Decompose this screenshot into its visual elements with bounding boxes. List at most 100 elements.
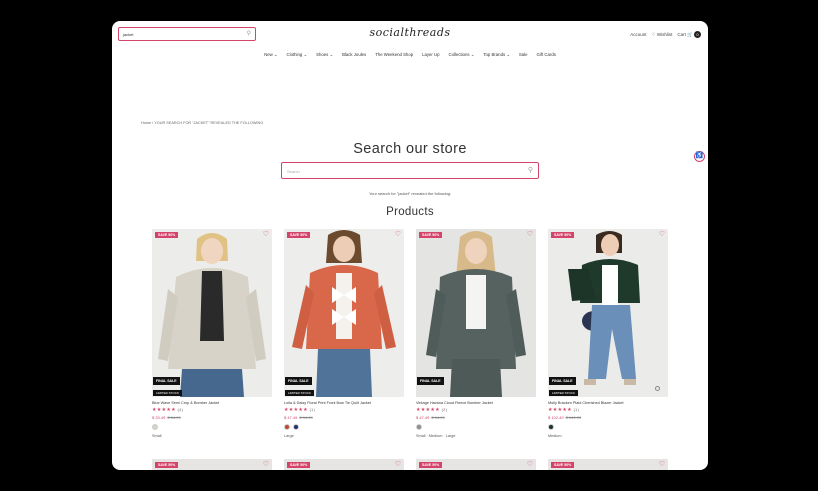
limited-stock-badge: LIMITED STOCK — [549, 390, 578, 396]
nav-label: New — [264, 52, 273, 57]
product-card[interactable]: SAVE 50% ♡ FINAL SALE LIMITED STOCK Moll… — [548, 229, 668, 438]
heart-icon[interactable]: ♡ — [527, 230, 533, 238]
sale-badge: SAVE 50% — [419, 462, 443, 468]
nav-item-collections[interactable]: Collections ⌄ — [449, 52, 475, 58]
model-photo — [548, 229, 668, 397]
wishlist-link[interactable]: ♡ Wishlist — [652, 32, 673, 38]
accessibility-icon[interactable]: ♿ — [694, 151, 705, 162]
sale-price: $ 102.49 — [548, 415, 564, 420]
color-swatch[interactable] — [293, 424, 299, 430]
nav-item-shoes[interactable]: Shoes ⌄ — [316, 52, 333, 58]
sale-badge: SAVE 50% — [287, 462, 311, 468]
sale-badge: SAVE 50% — [551, 462, 575, 468]
sale-price: $ 47.49 — [284, 415, 298, 420]
nav-label: Shoes — [316, 52, 329, 57]
product-image[interactable]: SAVE 50% ♡ FINAL SALE LIMITED STOCK — [284, 229, 404, 397]
review-count: (2) — [441, 408, 448, 412]
search-placeholder: Search — [287, 169, 300, 174]
store-window: jacket ⚲ socialthreads Account ♡ Wishlis… — [112, 21, 708, 470]
product-image[interactable]: SAVE 50% ♡ FINAL SALE LIMITED STOCK — [548, 229, 668, 397]
heart-icon[interactable]: ♡ — [527, 460, 533, 468]
product-card[interactable]: SAVE 50% ♡ — [152, 459, 272, 470]
cart-count-badge: 0 — [694, 31, 701, 38]
nav-item-layer-up[interactable]: Layer Up — [422, 52, 439, 58]
original-price: $ 149.99 — [565, 415, 582, 420]
review-count: (4) — [177, 408, 184, 412]
review-count: (1) — [309, 408, 316, 412]
main-nav: New ⌄ Clothing ⌄ Shoes ⌄ Black Joules Th… — [112, 52, 708, 58]
original-price: $ 64.99 — [167, 415, 181, 420]
price: $ 102.49 $ 149.99 — [548, 415, 668, 420]
original-price: $ 94.99 — [299, 415, 313, 420]
page-title: Search our store — [353, 141, 467, 157]
model-photo — [416, 229, 536, 397]
nav-label: Top Brands — [483, 52, 506, 57]
color-swatch[interactable] — [152, 424, 158, 430]
sale-badge: SAVE 50% — [551, 232, 575, 238]
available-sizes: Large — [284, 434, 294, 438]
sale-price: $ 47.49 — [416, 415, 430, 420]
heart-icon[interactable]: ♡ — [395, 460, 401, 468]
heart-icon[interactable]: ♡ — [395, 230, 401, 238]
nav-label: Collections — [448, 52, 470, 57]
cart-icon: 🛒 — [687, 32, 693, 37]
heart-icon[interactable]: ♡ — [659, 460, 665, 468]
product-image[interactable]: SAVE 50% ♡ FINAL SALE LIMITED STOCK — [152, 229, 272, 397]
nav-item-sale[interactable]: Sale — [519, 52, 528, 58]
heart-icon[interactable]: ♡ — [263, 460, 269, 468]
product-name[interactable]: Vintage Havana Cloud Fleece Bomber Jacke… — [416, 401, 536, 405]
search-result-note: Your search for "jacket" revealed the fo… — [368, 191, 452, 196]
nav-item-weekend-shop[interactable]: The Weekend Shop — [375, 52, 413, 58]
limited-stock-badge: LIMITED STOCK — [285, 390, 314, 396]
rating-stars: ★★★★★ (1) — [284, 407, 316, 413]
color-swatch[interactable] — [416, 424, 422, 430]
heart-icon[interactable]: ♡ — [263, 230, 269, 238]
color-swatches — [548, 424, 668, 430]
product-card[interactable]: SAVE 50% ♡ FINAL SALE LIMITED STOCK Blue… — [152, 229, 272, 438]
products-heading: Products — [386, 206, 434, 218]
zoom-icon[interactable] — [655, 386, 660, 391]
sale-price: $ 33.49 — [152, 415, 166, 420]
available-sizes: Medium — [548, 434, 562, 438]
search-icon[interactable]: ⚲ — [247, 31, 251, 37]
nav-item-new[interactable]: New ⌄ — [264, 52, 277, 58]
nav-label: Clothing — [286, 52, 303, 57]
limited-stock-badge: LIMITED STOCK — [153, 390, 182, 396]
available-sizes: Small · Medium · Large — [416, 434, 456, 438]
rating-stars: ★★★★★ (4) — [152, 407, 184, 413]
nav-item-gift-cards[interactable]: Gift Cards — [537, 52, 556, 58]
rating-stars: ★★★★★ (1) — [548, 407, 580, 413]
product-name[interactable]: Molly Bracken Plaid Cherished Blazer Jac… — [548, 401, 668, 405]
account-links: Account ♡ Wishlist Cart 🛒 0 — [630, 31, 701, 38]
final-sale-badge: FINAL SALE — [285, 377, 312, 385]
nav-item-clothing[interactable]: Clothing ⌄ — [287, 52, 308, 58]
nav-item-black-joules[interactable]: Black Joules — [342, 52, 366, 58]
heart-icon[interactable]: ♡ — [659, 230, 665, 238]
product-card[interactable]: SAVE 50% ♡ FINAL SALE LIMITED STOCK Loll… — [284, 229, 404, 438]
product-card[interactable]: SAVE 50% ♡ — [284, 459, 404, 470]
header-search-input[interactable]: jacket ⚲ — [118, 27, 256, 41]
wishlist-label: Wishlist — [656, 31, 673, 37]
product-name[interactable]: Lolla & Daisy Floral Print Front Bow Tie… — [284, 401, 404, 405]
product-card[interactable]: SAVE 50% ♡ FINAL SALE Vintage Havana Clo… — [416, 229, 536, 438]
product-card[interactable]: SAVE 50% ♡ — [548, 459, 668, 470]
color-swatches — [284, 424, 404, 430]
product-name[interactable]: Blue Wave Semi Crop & Bomber Jacket — [152, 401, 272, 405]
store-search-input[interactable]: Search ⚲ — [281, 162, 539, 179]
store-logo[interactable]: socialthreads — [344, 26, 476, 39]
available-sizes: Small — [152, 434, 162, 438]
nav-item-top-brands[interactable]: Top Brands ⌄ — [483, 52, 510, 58]
sale-badge: SAVE 50% — [155, 232, 179, 238]
search-icon[interactable]: ⚲ — [528, 167, 533, 174]
price: $ 47.49 $ 94.99 — [416, 415, 536, 420]
color-swatch[interactable] — [548, 424, 554, 430]
cart-link[interactable]: Cart 🛒 0 — [677, 31, 701, 38]
product-card[interactable]: SAVE 50% ♡ — [416, 459, 536, 470]
model-photo — [152, 229, 272, 397]
product-image[interactable]: SAVE 50% ♡ FINAL SALE — [416, 229, 536, 397]
rating-stars: ★★★★★ (2) — [416, 407, 448, 413]
color-swatch[interactable] — [284, 424, 290, 430]
account-link[interactable]: Account — [630, 32, 646, 37]
breadcrumb[interactable]: Home / YOUR SEARCH FOR "JACKET" REVEALED… — [141, 121, 263, 125]
header-search-value: jacket — [123, 32, 134, 37]
